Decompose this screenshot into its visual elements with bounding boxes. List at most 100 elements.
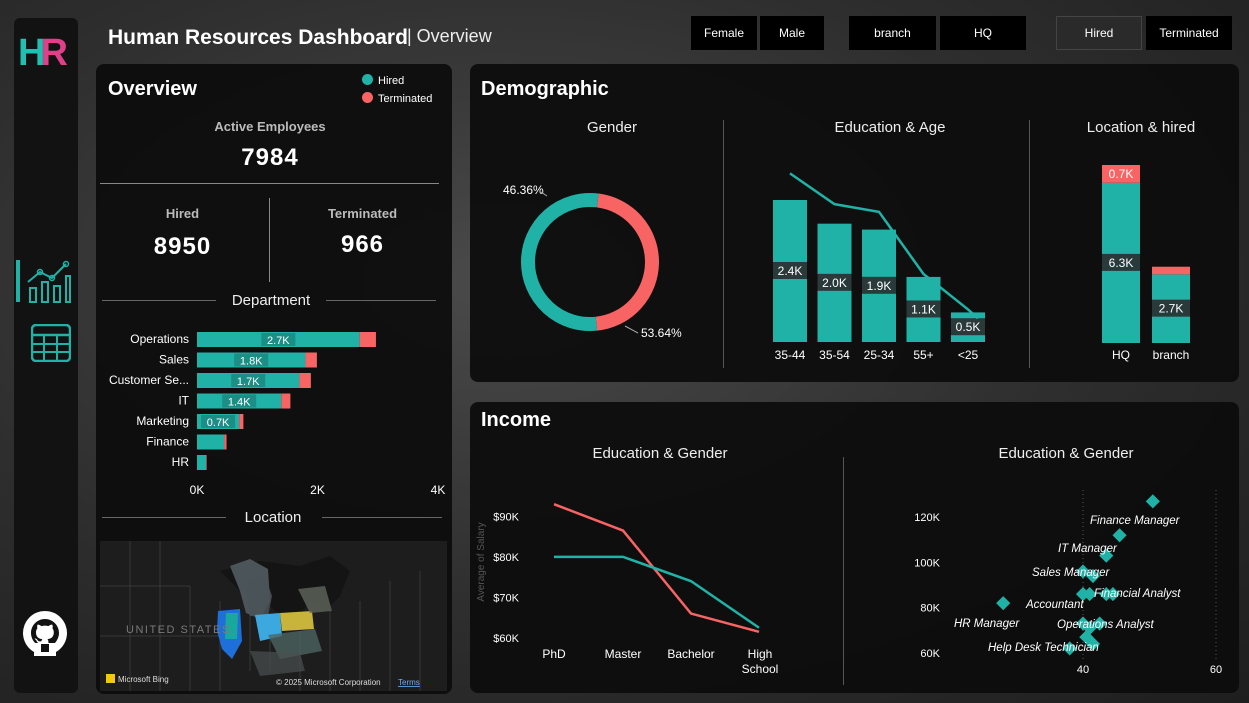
gender-slice-male: [521, 193, 599, 331]
location-divider-right: [322, 517, 442, 518]
income-line-chart: $60K $70K $80K $90K Average of Salary PhD Mast…: [476, 503, 778, 676]
department-data-label: 2.7K: [267, 335, 290, 347]
map-brand: Microsoft Bing: [118, 675, 169, 684]
department-category-label: IT: [178, 394, 189, 408]
department-bar-terminated: [224, 434, 227, 450]
education-age-category-label: 25-34: [864, 348, 895, 362]
income-y-tick: $80K: [493, 552, 519, 564]
scatter-point: [1112, 528, 1127, 543]
overview-title: Overview: [108, 78, 197, 100]
scatter-point-label: Finance Manager: [1090, 515, 1181, 527]
location-category-label: branch: [1153, 348, 1190, 362]
scatter-point-label: Operations Analyst: [1057, 619, 1155, 631]
scatter-point-label: IT Manager: [1058, 543, 1118, 555]
education-age-category-label: <25: [958, 348, 979, 362]
hired-label: Hired: [165, 206, 200, 221]
pennsylvania-region[interactable]: [280, 611, 314, 631]
filter-hq-button[interactable]: HQ: [940, 16, 1026, 50]
department-bar-terminated: [305, 352, 317, 368]
income-divider: [843, 457, 844, 685]
table-nav-icon[interactable]: [30, 323, 72, 363]
department-category-label: Marketing: [136, 414, 189, 428]
scatter-point: [1145, 494, 1160, 509]
location-title: Location: [244, 509, 302, 526]
income-y-tick: $60K: [493, 633, 519, 645]
scatter-y-tick: 120K: [914, 512, 940, 524]
filter-terminated-button[interactable]: Terminated: [1146, 16, 1232, 50]
gender-donut-chart: 46.36% 53.64%: [503, 183, 682, 340]
active-employees-label: Active Employees: [214, 119, 326, 134]
legend-hired-dot: [362, 74, 373, 85]
scatter-point-label: Accountant: [1025, 599, 1084, 611]
income-y-tick: $70K: [493, 592, 519, 604]
education-age-category-label: 35-54: [819, 348, 850, 362]
filter-hired-button[interactable]: Hired: [1056, 16, 1142, 50]
department-divider-left: [102, 300, 216, 301]
department-bar-terminated: [299, 373, 311, 388]
filter-female-button[interactable]: Female: [691, 16, 757, 50]
education-age-category-label: 55+: [913, 348, 933, 362]
department-category-label: Operations: [130, 332, 189, 346]
location-data-label-hired: 6.3K: [1109, 256, 1134, 270]
chart-nav-icon[interactable]: [16, 258, 74, 308]
gender-label-female: 46.36%: [503, 183, 544, 197]
income-x-label: Bachelor: [667, 647, 714, 661]
scatter-title: Education & Gender: [998, 445, 1134, 462]
income-education-gender-title: Education & Gender: [592, 445, 728, 462]
scatter-x-tick: 40: [1077, 664, 1089, 676]
department-x-tick: 2K: [310, 483, 325, 497]
github-icon[interactable]: [22, 610, 68, 656]
department-data-label: 1.7K: [237, 376, 260, 388]
education-age-category-label: 35-44: [775, 348, 806, 362]
location-category-label: HQ: [1112, 348, 1130, 362]
demographic-divider-2: [1029, 120, 1030, 368]
department-data-label: 0.7K: [207, 417, 230, 429]
education-age-data-label: 1.9K: [867, 279, 892, 293]
kpi-vertical-divider: [269, 198, 270, 282]
demographic-title: Demographic: [481, 78, 609, 100]
department-title: Department: [231, 292, 311, 309]
scatter-point: [996, 596, 1011, 611]
scatter-x-tick: 60: [1210, 664, 1222, 676]
location-map[interactable]: UNITED STATES Microsoft Bing © 2025 Micr…: [100, 541, 447, 691]
department-chart: Operations 2.7K Sales 1.8K Customer Se... 1.7…: [109, 332, 446, 497]
department-x-tick: 0K: [190, 483, 205, 497]
legend-terminated-dot: [362, 92, 373, 103]
department-category-label: Sales: [159, 353, 189, 367]
scatter-y-tick: 60K: [920, 648, 940, 660]
department-data-label: 1.8K: [240, 356, 263, 368]
filter-male-button[interactable]: Male: [760, 16, 824, 50]
gender-title: Gender: [586, 119, 638, 136]
gender-slice-female: [595, 193, 659, 331]
map-terms-link[interactable]: Terms: [398, 678, 420, 687]
location-divider-left: [102, 517, 226, 518]
department-bar-hired: [197, 455, 207, 470]
income-x-label: PhD: [542, 647, 566, 661]
bing-icon: [106, 674, 115, 683]
department-category-label: Finance: [146, 435, 189, 449]
income-title: Income: [481, 409, 552, 431]
sidebar: HR: [14, 18, 78, 693]
page-subtitle: | Overview: [407, 26, 492, 46]
education-age-data-label: 1.1K: [911, 302, 936, 316]
department-bar-terminated: [281, 393, 291, 409]
legend-hired: Hired: [362, 72, 432, 90]
map-country-label: UNITED STATES: [126, 624, 231, 636]
scatter-point-label: HR Manager: [954, 618, 1020, 630]
income-line-male: [554, 555, 760, 629]
filter-branch-button[interactable]: branch: [849, 16, 936, 50]
kpi-divider: [100, 183, 439, 184]
department-x-tick: 4K: [431, 483, 446, 497]
map-copyright: © 2025 Microsoft Corporation: [276, 678, 381, 687]
location-hired-chart: 6.3K 0.7K HQ 2.7K branch: [1102, 165, 1190, 362]
department-divider-right: [326, 300, 436, 301]
department-bar-terminated: [359, 332, 376, 347]
income-x-label: High: [748, 647, 773, 661]
hr-logo: HR: [18, 32, 68, 74]
education-age-data-label: 2.0K: [822, 276, 847, 290]
active-employees-value: 7984: [241, 144, 299, 171]
location-data-label-terminated: 0.7K: [1109, 167, 1134, 181]
department-bar-terminated: [239, 414, 244, 429]
gender-leader-male: [624, 325, 639, 334]
education-age-chart: 2.4K 35-44 2.0K 35-54 1.9K 25-34 1.1K 55+ 0.5K <2…: [773, 172, 985, 362]
